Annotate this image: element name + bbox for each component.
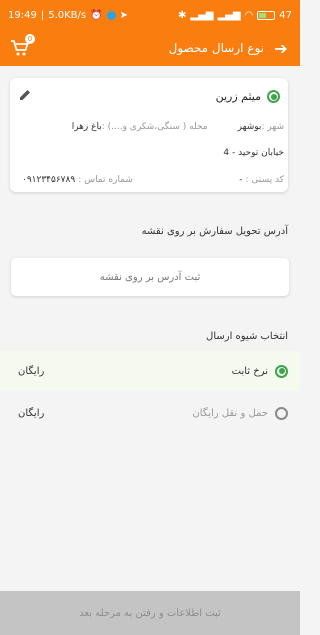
address-name: میثم زرین (215, 90, 261, 103)
submit-next-step-button[interactable]: ثبت اطلاعات و رفتن به مرحله بعد (0, 591, 300, 635)
shipping-option-free[interactable]: حمل و نقل رایگان رایگان (0, 393, 300, 433)
map-section-label: آدرس تحویل سفارش بر روی نقشه (141, 226, 288, 237)
phone-label: شماره تماس : (78, 175, 133, 185)
postal-label: کد پستی : (245, 175, 284, 185)
wifi-icon: ◠ (244, 9, 254, 21)
address-card[interactable]: میثم زرین شهر : بوشهر محله ( سنگی،شکری و… (10, 78, 288, 192)
app-bar: 0 نوع ارسال محصول ➔ (0, 30, 300, 66)
shipping-section-label: انتخاب شیوه ارسال (206, 331, 288, 342)
alarm-icon: ⏰ (90, 9, 103, 21)
network-speed: 5.0KB/s (48, 9, 87, 21)
shipping-option-fixed-rate[interactable]: نرخ ثابت رایگان (0, 351, 300, 391)
street-value: خیابان توحید - 4 (223, 148, 284, 158)
address-radio[interactable] (267, 90, 280, 103)
shipping-radio[interactable] (275, 406, 288, 420)
telegram-icon (106, 10, 116, 20)
back-arrow-icon[interactable]: ➔ (272, 39, 290, 58)
edit-icon[interactable] (18, 88, 32, 102)
clock: 19:49 (8, 9, 37, 21)
signal-icon: ▂▄▆ (217, 9, 241, 21)
shipping-option-label: حمل و نقل رایگان (192, 407, 268, 419)
neighborhood-label: محله ( سنگی،شکری و....) : (101, 122, 208, 132)
status-bar: 19:49 | 5.0KB/s ⏰ ➤ ✱ ▂▄▆ ▂▄▆ ◠ 47 (0, 0, 300, 30)
battery-percent: 47 (279, 9, 292, 21)
signal-icon: ▂▄▆ (190, 9, 214, 21)
register-map-address-button[interactable]: ثبت آدرس بر روی نقشه (11, 258, 289, 296)
battery-icon (257, 10, 276, 20)
shipping-option-label: نرخ ثابت (231, 365, 268, 377)
phone-value: ۰۹۱۲۳۴۵۶۷۸۹ (22, 175, 76, 185)
page-title: نوع ارسال محصول (168, 41, 264, 55)
postal-value: - (239, 175, 243, 185)
bluetooth-icon: ✱ (177, 9, 187, 21)
shipping-option-price: رایگان (18, 407, 45, 419)
shipping-option-price: رایگان (18, 365, 45, 377)
send-icon: ➤ (119, 9, 128, 21)
neighborhood-value: باغ زهرا (71, 122, 102, 132)
cart-badge: 0 (25, 34, 35, 44)
cart-button[interactable]: 0 (10, 34, 35, 58)
shipping-radio[interactable] (275, 364, 288, 378)
city-label: شهر : (261, 122, 284, 132)
city-value: بوشهر (237, 122, 262, 132)
